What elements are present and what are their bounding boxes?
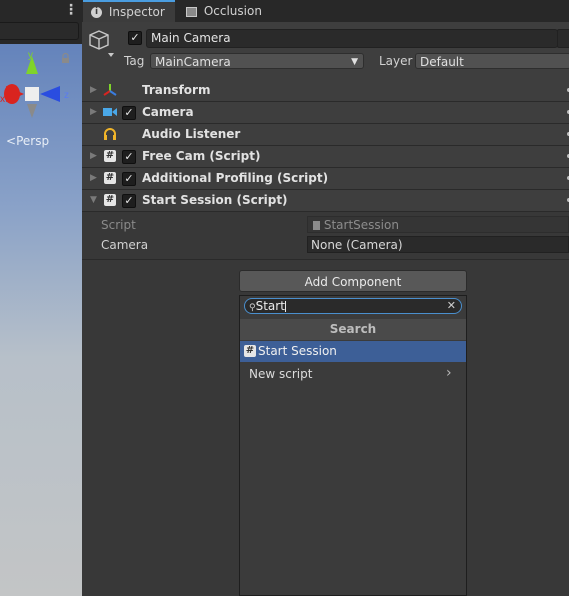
component-label: Free Cam (Script) (142, 149, 261, 163)
lock-icon[interactable] (62, 52, 69, 64)
script-object-field: StartSession (307, 216, 569, 233)
component-search-input[interactable]: ⚲Start ✕ (244, 298, 462, 314)
persp-text: Persp (16, 134, 50, 148)
camera-object-field[interactable]: None (Camera) (307, 236, 569, 253)
clear-search-icon[interactable]: ✕ (447, 299, 456, 313)
gizmo-z-cone-icon[interactable] (40, 86, 60, 102)
layer-value: Default (420, 55, 464, 69)
more-menu-icon[interactable]: ⋮ (64, 1, 78, 19)
result-new-script[interactable]: New script › (240, 364, 466, 385)
text-cursor (284, 301, 286, 312)
tab-occlusion[interactable]: Occlusion (180, 0, 270, 22)
gizmo-y-label: y (28, 50, 33, 61)
foldout-arrow-icon[interactable]: ▶ (90, 85, 97, 95)
popup-header: Search (240, 319, 466, 340)
active-checkbox[interactable]: ✓ (128, 31, 142, 45)
script-icon: # (104, 150, 116, 162)
component-start-session[interactable]: ▼ # ✓ Start Session (Script) (82, 190, 569, 212)
component-enabled-checkbox[interactable]: ✓ (122, 150, 136, 164)
component-camera[interactable]: ▶ ✓ Camera (82, 102, 569, 124)
component-transform[interactable]: ▶ Transform (82, 80, 569, 102)
foldout-expanded-icon[interactable]: ▼ (90, 195, 97, 205)
tag-value: MainCamera (155, 55, 231, 69)
gizmo-z-label: z (64, 90, 69, 101)
script-icon: # (244, 345, 256, 357)
static-checkbox[interactable] (557, 29, 569, 48)
result-start-session[interactable]: # Start Session (240, 341, 466, 362)
component-audio-listener[interactable]: Audio Listener (82, 124, 569, 146)
result-label: New script (249, 367, 313, 381)
component-free-cam[interactable]: ▶ # ✓ Free Cam (Script) (82, 146, 569, 168)
component-label: Additional Profiling (Script) (142, 171, 329, 185)
tab-inspector-label: Inspector (108, 5, 165, 19)
gizmo-center-icon[interactable] (25, 87, 39, 101)
persp-icon: < (6, 134, 17, 148)
gizmo-x-cone-icon[interactable] (4, 84, 24, 104)
script-value: StartSession (323, 218, 399, 232)
search-value: Start (255, 299, 285, 313)
tab-occlusion-label: Occlusion (203, 4, 262, 18)
occlusion-icon (186, 6, 197, 17)
script-file-icon (313, 221, 320, 230)
gizmo-x-label: x (0, 94, 5, 105)
tag-label: Tag (124, 54, 145, 68)
foldout-arrow-icon[interactable]: ▶ (90, 107, 97, 117)
component-enabled-checkbox[interactable]: ✓ (122, 172, 136, 186)
search-icon: ⚲ (249, 303, 256, 313)
script-icon: # (104, 194, 116, 206)
persp-label[interactable]: <Persp (6, 134, 49, 148)
divider (82, 259, 569, 260)
script-icon: # (104, 172, 116, 184)
layer-label: Layer (379, 54, 413, 68)
component-enabled-checkbox[interactable]: ✓ (122, 194, 136, 208)
scene-search-field[interactable] (0, 22, 79, 40)
layer-dropdown[interactable]: Default (415, 53, 569, 69)
camera-field-label: Camera (101, 238, 149, 252)
tag-dropdown[interactable]: MainCamera ▼ (150, 53, 364, 69)
object-name-field[interactable]: Main Camera (146, 29, 558, 48)
tab-inspector[interactable]: i Inspector (83, 0, 175, 22)
gameobject-cube-icon[interactable] (89, 29, 117, 57)
add-component-button[interactable]: Add Component (239, 270, 467, 292)
headphones-icon (104, 128, 116, 140)
gizmo-down-cone-icon[interactable] (27, 104, 37, 118)
chevron-right-icon: › (446, 365, 452, 381)
camera-icon (103, 108, 117, 116)
component-label: Start Session (Script) (142, 193, 288, 207)
foldout-arrow-icon[interactable]: ▶ (90, 173, 97, 183)
component-label: Transform (142, 83, 211, 97)
component-additional-profiling[interactable]: ▶ # ✓ Additional Profiling (Script) (82, 168, 569, 190)
scene-gizmo[interactable]: y z x (0, 46, 82, 126)
component-enabled-checkbox[interactable]: ✓ (122, 106, 136, 120)
transform-icon (103, 84, 117, 96)
component-label: Audio Listener (142, 127, 241, 141)
script-field-label: Script (101, 218, 136, 232)
component-label: Camera (142, 105, 194, 119)
result-label: Start Session (258, 344, 337, 358)
foldout-arrow-icon[interactable]: ▶ (90, 151, 97, 161)
dropdown-arrow-icon: ▼ (351, 57, 358, 67)
info-icon: i (91, 7, 102, 18)
